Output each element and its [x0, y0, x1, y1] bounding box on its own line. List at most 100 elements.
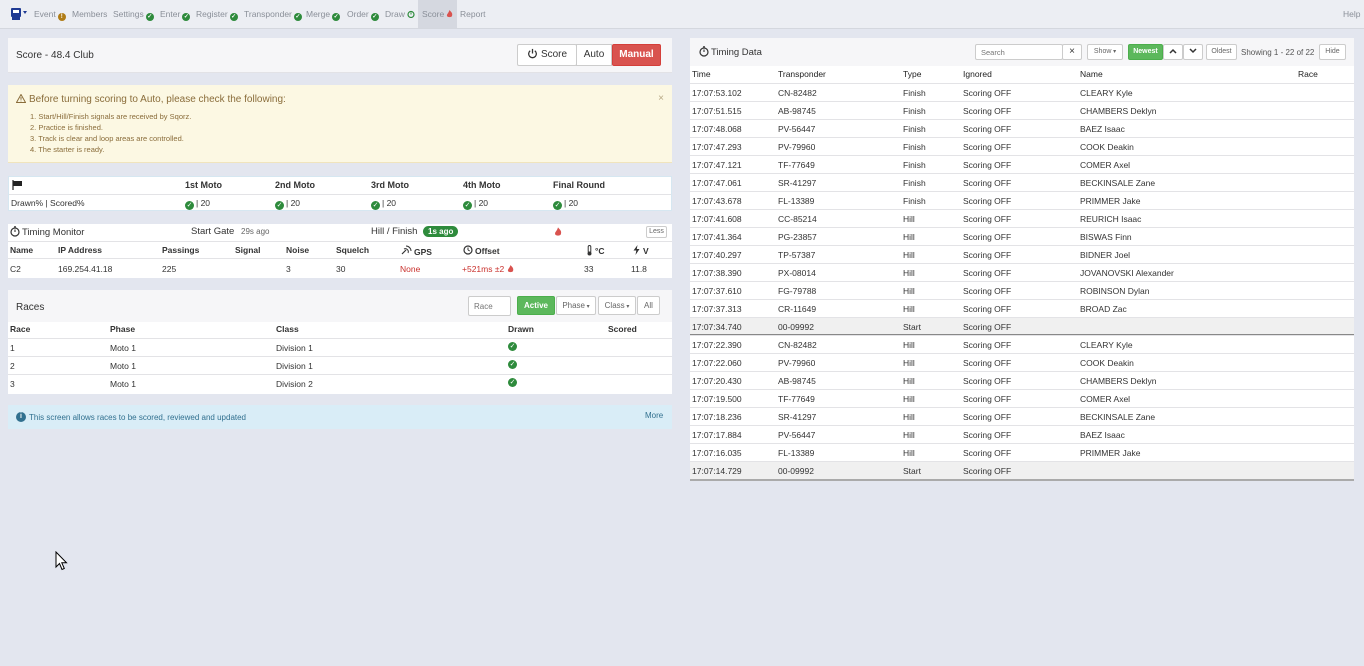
nav-transponder[interactable]: Transponder ✓: [244, 0, 302, 28]
fire-icon: [447, 10, 453, 18]
nav-register[interactable]: Register ✓: [196, 0, 238, 28]
col-temperature: °C: [586, 245, 605, 256]
show-dropdown[interactable]: Show ▾: [1087, 44, 1123, 60]
filter-phase-dropdown[interactable]: Phase ▾: [556, 296, 596, 315]
timing-search-input[interactable]: [975, 44, 1063, 60]
timing-header: Timing Data × Show ▾ Newest Oldest Showi…: [690, 38, 1354, 66]
score-button[interactable]: Score: [517, 44, 577, 66]
timing-row[interactable]: 17:07:20.430 AB-98745 Hill Scoring OFF CHAMB…: [690, 371, 1354, 389]
filter-active-button[interactable]: Active: [517, 296, 555, 315]
timing-row[interactable]: 17:07:48.068 PV-56447 Finish Scoring OFF BAE…: [690, 119, 1354, 137]
check-icon: ✓: [275, 201, 284, 210]
race-search-input[interactable]: [468, 296, 511, 316]
timing-row[interactable]: 17:07:37.313 CR-11649 Hill Scoring OFF BROAD…: [690, 299, 1354, 317]
timing-cell-type: Hill: [903, 286, 915, 296]
timing-row[interactable]: 17:07:51.515 AB-98745 Finish Scoring OFF CHA…: [690, 101, 1354, 119]
caret-down-icon: ▾: [585, 304, 590, 310]
col-voltage-label: V: [643, 246, 649, 256]
warning-title-text: Before turning scoring to Auto, please c…: [29, 94, 286, 105]
timing-row[interactable]: 17:07:18.236 SR-41297 Hill Scoring OFF BECKI…: [690, 407, 1354, 425]
timing-cell-time: 17:07:38.390: [692, 268, 742, 278]
nav-merge[interactable]: Merge ✓: [306, 0, 341, 28]
nav-event[interactable]: Event!: [34, 0, 66, 28]
check-icon: ✓: [293, 13, 302, 21]
race-row[interactable]: 3 Moto 1 Division 2 ✓: [8, 374, 672, 392]
timing-row[interactable]: 17:07:41.364 PG-23857 Hill Scoring OFF BISWA…: [690, 227, 1354, 245]
nav-draw[interactable]: Draw: [385, 0, 415, 28]
manual-button[interactable]: Manual: [612, 44, 661, 66]
nav-order[interactable]: Order ✓: [347, 0, 379, 28]
timing-cell-time: 17:07:22.060: [692, 358, 742, 368]
timing-row[interactable]: 17:07:43.678 FL-13389 Finish Scoring OFF PRI…: [690, 191, 1354, 209]
timing-row[interactable]: 17:07:47.061 SR-41297 Finish Scoring OFF BEC…: [690, 173, 1354, 191]
timing-row[interactable]: 17:07:53.102 CN-82482 Finish Scoring OFF CLE…: [690, 83, 1354, 101]
warning-item: 1. Start/Hill/Finish signals are receive…: [30, 112, 192, 121]
motos-table: 1st Moto 2nd Moto 3rd Moto 4th Moto Fina…: [8, 176, 672, 211]
timing-row[interactable]: 17:07:22.060 PV-79960 Hill Scoring OFF COOK …: [690, 353, 1354, 371]
timing-cell-tx: CN-82482: [778, 88, 817, 98]
timing-cell-tx: FG-79788: [778, 286, 817, 296]
timing-row[interactable]: 17:07:34.740 00-09992 Start Scoring OFF: [690, 317, 1354, 335]
timing-cell-time: 17:07:37.313: [692, 304, 742, 314]
nav-enter[interactable]: Enter ✓: [160, 0, 191, 28]
timing-cell-name: BIDNER Joel: [1080, 250, 1131, 260]
scroll-down-button[interactable]: [1183, 44, 1203, 60]
monitor-cell-noise: 3: [286, 264, 291, 274]
race-row[interactable]: 1 Moto 1 Division 1 ✓: [8, 338, 672, 356]
nav-members[interactable]: Members: [72, 0, 107, 28]
clock-icon: [463, 245, 473, 255]
drawn-scored-label: Drawn% | Scored%: [11, 198, 85, 208]
oldest-button[interactable]: Oldest: [1206, 44, 1237, 60]
timing-cell-name: BECKINSALE Zane: [1080, 178, 1156, 188]
filter-class-dropdown[interactable]: Class ▾: [598, 296, 636, 315]
show-label: Show: [1093, 48, 1112, 55]
timing-row[interactable]: 17:07:47.121 TF-77649 Finish Scoring OFF COM…: [690, 155, 1354, 173]
caret-down-icon: ▾: [624, 304, 630, 310]
scroll-up-button[interactable]: [1163, 44, 1183, 60]
clear-search-button[interactable]: ×: [1062, 44, 1082, 60]
check-icon: ✓: [145, 13, 154, 21]
moto-value: | 20: [286, 198, 301, 208]
timing-monitor: Timing Monitor Start Gate 29s ago Hill /…: [8, 224, 672, 278]
less-button[interactable]: Less: [646, 226, 667, 238]
timing-row[interactable]: 17:07:14.729 00-09992 Start Scoring OFF: [690, 461, 1354, 479]
app-logo-icon[interactable]: [10, 7, 28, 21]
newest-button[interactable]: Newest: [1128, 44, 1163, 60]
timing-row[interactable]: 17:07:38.390 PX-08014 Hill Scoring OFF JOVAN…: [690, 263, 1354, 281]
help-link[interactable]: Help: [1343, 0, 1360, 28]
moto-cell: ✓ | 20: [185, 198, 210, 210]
timing-row[interactable]: 17:07:22.390 CN-82482 Hill Scoring OFF CLEAR…: [690, 335, 1354, 353]
col-time: Time: [692, 69, 711, 79]
timing-row[interactable]: 17:07:40.297 TP-57387 Hill Scoring OFF BIDNE…: [690, 245, 1354, 263]
monitor-title: Timing Monitor: [10, 226, 84, 238]
col-temperature-label: °C: [595, 246, 605, 256]
timing-cell-ignored: Scoring OFF: [963, 466, 1012, 476]
timing-cell-ignored: Scoring OFF: [963, 88, 1012, 98]
timing-cell-ignored: Scoring OFF: [963, 448, 1012, 458]
more-link[interactable]: More: [645, 411, 663, 420]
nav-report[interactable]: Report: [460, 0, 486, 28]
timing-row[interactable]: 17:07:17.884 PV-56447 Hill Scoring OFF BAEZ …: [690, 425, 1354, 443]
col-name: Name: [10, 245, 34, 255]
timing-row[interactable]: 17:07:19.500 TF-77649 Hill Scoring OFF COMER…: [690, 389, 1354, 407]
filter-all-button[interactable]: All: [637, 296, 660, 315]
nav-score[interactable]: Score: [418, 0, 458, 28]
offset-value: +521ms ±2: [462, 264, 505, 274]
hide-button[interactable]: Hide: [1319, 44, 1346, 60]
moto-cell: ✓ | 20: [275, 198, 300, 210]
close-icon[interactable]: ×: [658, 93, 664, 104]
auto-button[interactable]: Auto: [576, 44, 612, 66]
check-icon: ✓: [553, 201, 562, 210]
timing-row[interactable]: 17:07:16.035 FL-13389 Hill Scoring OFF PRIMM…: [690, 443, 1354, 461]
timing-cell-time: 17:07:41.608: [692, 214, 742, 224]
race-number: 1: [10, 343, 15, 353]
race-row[interactable]: 2 Moto 1 Division 1 ✓: [8, 356, 672, 374]
timing-row[interactable]: 17:07:41.608 CC-85214 Hill Scoring OFF REURI…: [690, 209, 1354, 227]
timing-cell-type: Hill: [903, 340, 915, 350]
timing-cell-time: 17:07:19.500: [692, 394, 742, 404]
timing-row[interactable]: 17:07:47.293 PV-79960 Finish Scoring OFF COO…: [690, 137, 1354, 155]
timing-cell-type: Hill: [903, 376, 915, 386]
timing-row[interactable]: 17:07:37.610 FG-79788 Hill Scoring OFF ROBIN…: [690, 281, 1354, 299]
timing-cell-name: BISWAS Finn: [1080, 232, 1132, 242]
nav-settings[interactable]: Settings ✓: [113, 0, 154, 28]
